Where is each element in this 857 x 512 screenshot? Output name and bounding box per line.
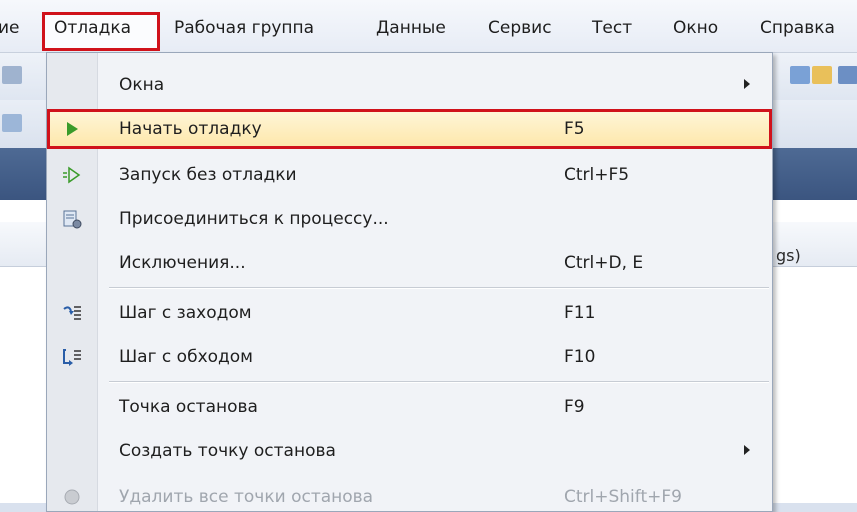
menu-item-exceptions[interactable]: Исключения... Ctrl+D, E	[47, 243, 772, 283]
menu-item-shortcut: F9	[564, 397, 585, 417]
menu-item-label: Исключения...	[119, 253, 246, 273]
step-into-icon	[61, 303, 83, 323]
folder-icon[interactable]	[812, 66, 832, 84]
debug-menu: Окна Начать отладку F5 Запуск без отладк…	[46, 52, 773, 512]
menu-item-new-breakpoint[interactable]: Создать точку останова	[47, 431, 772, 471]
menu-item-shortcut: F5	[564, 119, 585, 139]
menu-item-delete-all-breakpoints[interactable]: Удалить все точки останова Ctrl+Shift+F9	[47, 477, 772, 511]
menu-item-toggle-breakpoint[interactable]: Точка останова F9	[47, 387, 772, 427]
menu-item-step-into[interactable]: Шаг с заходом F11	[47, 293, 772, 333]
play-outline-icon	[61, 165, 83, 185]
menu-item-attach-to-process[interactable]: Присоединиться к процессу...	[47, 199, 772, 239]
menu-item-label: Окна	[119, 75, 165, 95]
menu-item-label: Точка останова	[119, 397, 258, 417]
menu-bar: ие Отладка Рабочая группа Данные Сервис …	[0, 0, 857, 53]
menu-item-label: Запуск без отладки	[119, 165, 297, 185]
toolbar-icon[interactable]	[838, 66, 857, 84]
toolbar-icon[interactable]	[790, 66, 810, 84]
menu-separator	[109, 381, 769, 383]
menu-item-shortcut: F11	[564, 303, 596, 323]
menu-item-label: Создать точку останова	[119, 441, 336, 461]
menu-item-data[interactable]: Данные	[376, 18, 446, 38]
menu-item-label: Начать отладку	[119, 119, 262, 139]
menu-item-team[interactable]: Рабочая группа	[174, 18, 314, 38]
menu-item-tools[interactable]: Сервис	[488, 18, 552, 38]
menu-item-label: Присоединиться к процессу...	[119, 209, 389, 229]
play-icon	[61, 119, 83, 139]
menu-item-shortcut: Ctrl+F5	[564, 165, 630, 185]
attach-process-icon	[61, 209, 83, 229]
menu-separator	[109, 287, 769, 289]
menu-item-start-without-debugging[interactable]: Запуск без отладки Ctrl+F5	[47, 155, 772, 195]
menu-item-debug[interactable]: Отладка	[54, 18, 131, 38]
menu-item-test[interactable]: Тест	[592, 18, 632, 38]
menu-item-label: Шаг с заходом	[119, 303, 252, 323]
menu-item-label: Шаг с обходом	[119, 347, 254, 367]
toolbar-icon[interactable]	[2, 114, 22, 132]
step-over-icon	[61, 347, 83, 367]
menu-item-label: Удалить все точки останова	[119, 487, 374, 507]
menu-item-step-over[interactable]: Шаг с обходом F10	[47, 337, 772, 377]
menu-item-shortcut: F10	[564, 347, 596, 367]
submenu-arrow-icon	[744, 79, 750, 89]
menu-item-windows[interactable]: Окна	[47, 65, 772, 105]
menu-item-view[interactable]: ие	[0, 18, 20, 38]
panel-header-text: gs)	[776, 246, 801, 265]
submenu-arrow-icon	[744, 445, 750, 455]
toolbar-icon[interactable]	[2, 66, 22, 84]
menu-item-shortcut: Ctrl+Shift+F9	[564, 487, 682, 507]
menu-item-shortcut: Ctrl+D, E	[564, 253, 644, 273]
menu-item-help[interactable]: Справка	[760, 18, 835, 38]
menu-item-start-debugging[interactable]: Начать отладку F5	[47, 109, 772, 149]
delete-breakpoints-icon	[61, 487, 83, 507]
menu-item-window[interactable]: Окно	[673, 18, 718, 38]
